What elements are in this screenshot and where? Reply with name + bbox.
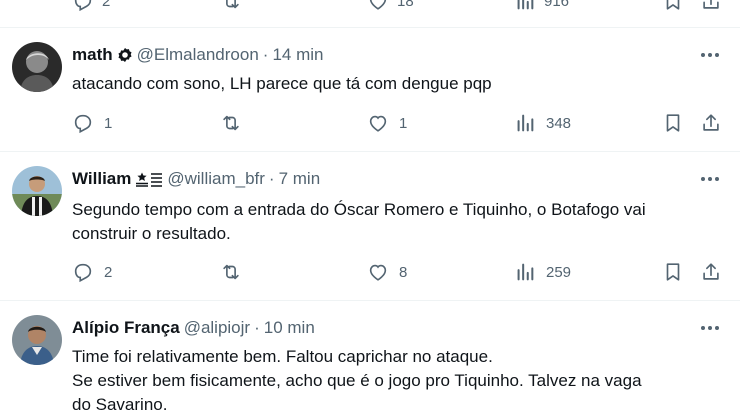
tweet-text-line: Segundo tempo com a entrada do Óscar Rom… <box>72 200 646 219</box>
more-icon[interactable] <box>698 169 722 189</box>
tweet[interactable]: math @Elmalandroon · 14 min atacando com… <box>0 28 740 150</box>
reply-icon <box>74 263 92 283</box>
tweet-text-line: Time foi relativamente bem. Faltou capri… <box>72 347 493 366</box>
views-icon <box>517 0 534 10</box>
like-button[interactable]: 1 <box>367 112 407 134</box>
avatar-image <box>12 42 62 92</box>
share-button[interactable] <box>700 0 722 12</box>
bookmark-button[interactable] <box>662 261 684 283</box>
separator-dot: · <box>262 45 269 64</box>
reply-button[interactable]: 2 <box>72 0 110 12</box>
reply-icon <box>74 114 92 134</box>
retweet-button[interactable] <box>220 112 242 134</box>
timestamp[interactable]: 10 min <box>264 317 315 339</box>
like-icon <box>369 264 387 281</box>
bookmark-icon <box>666 263 680 281</box>
retweet-button[interactable] <box>220 0 242 12</box>
share-icon <box>703 263 719 280</box>
tweet-text-line: atacando com sono, LH parece que tá com … <box>72 74 492 93</box>
tweet[interactable]: Alípio França @alipiojr · 10 min Time fo… <box>0 301 740 416</box>
view-count: 259 <box>546 263 572 281</box>
display-name[interactable]: math <box>72 44 113 66</box>
avatar-image <box>12 166 62 216</box>
replies-feed: 2 18 916 math @Elmalandroon · 14 min ata… <box>0 0 740 416</box>
tweet-text-line: construir o resultado. <box>72 224 231 243</box>
tweet-text: Segundo tempo com a entrada do Óscar Rom… <box>72 198 724 246</box>
reply-count: 2 <box>104 263 113 281</box>
views-icon <box>517 114 534 132</box>
more-icon[interactable] <box>698 318 722 338</box>
reply-button[interactable]: 2 <box>72 261 112 283</box>
views-button[interactable]: 348 <box>514 112 571 134</box>
avatar[interactable] <box>12 42 62 92</box>
retweet-button[interactable] <box>220 261 242 283</box>
timestamp[interactable]: 14 min <box>272 44 323 66</box>
share-button[interactable] <box>700 261 722 283</box>
user-handle[interactable]: @william_bfr <box>167 168 265 190</box>
tweet-text-line: Se estiver bem fisicamente, acho que é o… <box>72 371 642 390</box>
tweet-header: William @william_bfr · 7 min <box>72 168 320 190</box>
reply-icon <box>74 0 92 12</box>
like-icon <box>369 115 387 132</box>
display-name[interactable]: Alípio França <box>72 317 180 339</box>
avatar-image <box>12 315 62 365</box>
previous-tweet-actions: 2 18 916 <box>0 0 740 26</box>
share-icon <box>703 114 719 131</box>
bookmark-button[interactable] <box>662 112 684 134</box>
reply-count: 1 <box>104 114 113 132</box>
retweet-icon <box>223 115 239 131</box>
avatar[interactable] <box>12 166 62 216</box>
bookmark-icon <box>666 0 680 10</box>
bookmark-icon <box>666 114 680 132</box>
separator-dot: · <box>254 318 260 337</box>
reply-button[interactable]: 1 <box>72 112 112 134</box>
retweet-icon <box>226 0 239 9</box>
avatar[interactable] <box>12 315 62 365</box>
emoji-badge-icon <box>135 171 163 187</box>
reply-count: 2 <box>102 0 111 10</box>
verified-badge-icon <box>117 47 133 63</box>
tweet-text-line: do Savarino. <box>72 395 168 414</box>
display-name[interactable]: William <box>72 168 131 190</box>
like-count: 18 <box>397 0 414 10</box>
tweet-actions: 2 8 259 <box>0 261 740 285</box>
views-button[interactable]: 259 <box>514 261 571 283</box>
like-count: 1 <box>399 114 408 132</box>
bookmark-button[interactable] <box>662 0 684 12</box>
user-handle[interactable]: @Elmalandroon <box>137 44 259 66</box>
tweet-text: Time foi relativamente bem. Faltou capri… <box>72 345 724 416</box>
tweet-actions: 1 1 348 <box>0 112 740 136</box>
view-count: 348 <box>546 114 572 132</box>
separator-dot: · <box>268 169 275 188</box>
share-button[interactable] <box>700 112 722 134</box>
timestamp[interactable]: 7 min <box>279 168 321 190</box>
like-count: 8 <box>399 263 408 281</box>
like-button[interactable]: 8 <box>367 261 407 283</box>
tweet-header: Alípio França @alipiojr · 10 min <box>72 317 315 339</box>
views-button[interactable]: 916 <box>514 0 569 12</box>
user-handle[interactable]: @alipiojr <box>184 317 250 339</box>
share-icon <box>703 0 719 9</box>
tweet[interactable]: William @william_bfr · 7 min Segundo tem… <box>0 152 740 300</box>
tweet-text: atacando com sono, LH parece que tá com … <box>72 72 724 96</box>
like-icon <box>369 0 387 10</box>
more-icon[interactable] <box>698 45 722 65</box>
views-icon <box>517 263 534 281</box>
like-button[interactable]: 18 <box>367 0 414 12</box>
tweet-header: math @Elmalandroon · 14 min <box>72 44 323 66</box>
retweet-icon <box>223 264 239 280</box>
view-count: 916 <box>544 0 570 10</box>
